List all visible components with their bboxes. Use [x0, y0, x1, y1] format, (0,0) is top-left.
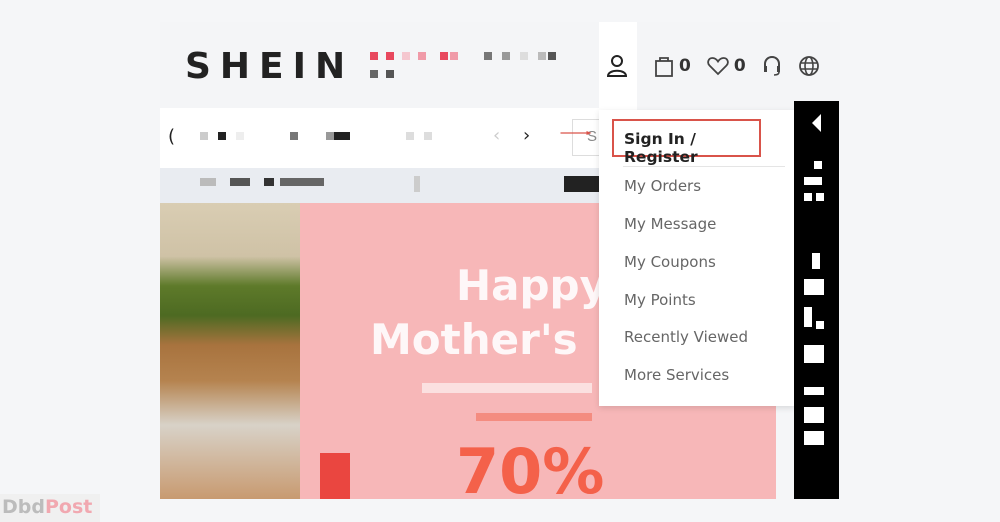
blurred-text: [264, 178, 274, 186]
menu-item-my-points[interactable]: My Points: [624, 291, 696, 309]
banner-headline-1: Happy: [456, 261, 607, 310]
blurred-nav-text: [236, 132, 244, 140]
banner-subtext: [476, 413, 592, 421]
search-input[interactable]: S: [572, 119, 602, 156]
blurred-text: [414, 176, 420, 192]
shein-logo[interactable]: SHEIN: [185, 46, 354, 87]
banner-headline-2: Mother's: [370, 315, 578, 364]
side-promo-tab[interactable]: [794, 101, 839, 499]
blurred-nav-text: [334, 132, 350, 140]
menu-divider: [623, 166, 785, 167]
annotation-arrow-icon: [560, 131, 592, 135]
prev-arrow[interactable]: ‹: [493, 125, 500, 146]
headset-icon[interactable]: [762, 55, 782, 77]
cart-button[interactable]: 0: [654, 55, 691, 77]
promo-text-blurred: [370, 52, 570, 82]
next-arrow[interactable]: ›: [523, 125, 530, 146]
announcement-bar: [160, 168, 600, 203]
blurred-nav-text: [326, 132, 334, 140]
dbdpost-watermark: DbdPost: [0, 494, 101, 522]
banner-photo: [160, 203, 300, 499]
banner-decoration: [320, 453, 350, 499]
user-icon[interactable]: [606, 54, 628, 78]
sign-in-register-link[interactable]: Sign In / Register: [612, 119, 761, 166]
collapse-arrow-icon[interactable]: [812, 114, 821, 132]
blurred-nav-text: [218, 132, 226, 140]
banner-subtext: [422, 383, 592, 393]
menu-item-my-message[interactable]: My Message: [624, 215, 716, 233]
blurred-nav-text: [424, 132, 432, 140]
blurred-nav-text: [200, 132, 208, 140]
menu-item-recently-viewed[interactable]: Recently Viewed: [624, 328, 748, 346]
menu-item-my-coupons[interactable]: My Coupons: [624, 253, 716, 271]
heart-icon: [707, 56, 729, 76]
banner-discount: 70%: [456, 435, 605, 499]
wishlist-count: 0: [733, 56, 746, 76]
nav-item-partial[interactable]: (: [168, 126, 175, 147]
blurred-text: [280, 178, 324, 186]
shopping-bag-icon: [654, 55, 674, 77]
watermark-part-1: Dbd: [2, 496, 45, 518]
category-nav: ( ‹ ›: [160, 108, 600, 168]
watermark-part-2: Post: [44, 496, 93, 518]
blurred-nav-text: [406, 132, 414, 140]
globe-icon[interactable]: [798, 55, 820, 77]
cart-count: 0: [679, 56, 691, 76]
menu-item-more-services[interactable]: More Services: [624, 366, 729, 384]
account-dropdown-menu: Sign In / Register My Orders My Message …: [599, 110, 795, 406]
blurred-text: [200, 178, 216, 186]
wishlist-button[interactable]: 0: [707, 56, 746, 76]
blurred-nav-text: [290, 132, 298, 140]
blurred-text: [564, 176, 600, 192]
menu-item-my-orders[interactable]: My Orders: [624, 177, 701, 195]
header-actions: 0 0: [606, 46, 836, 86]
blurred-text: [230, 178, 250, 186]
